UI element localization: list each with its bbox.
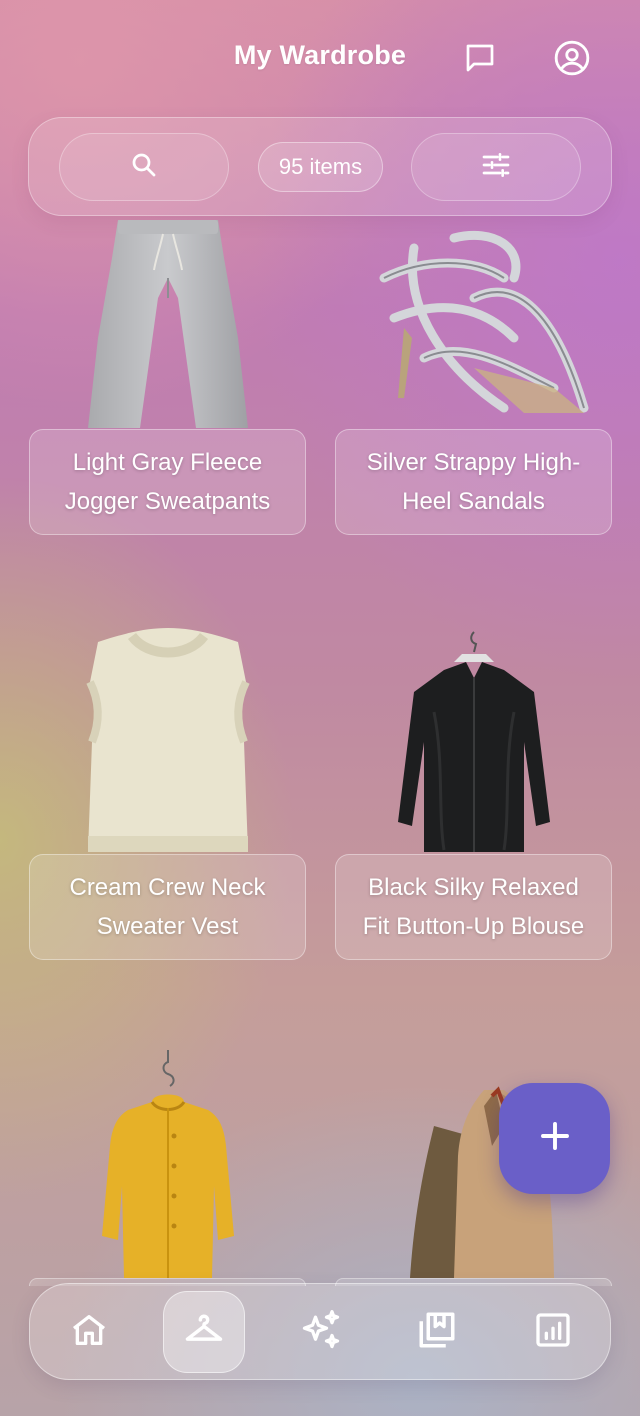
item-name-label: Silver Strappy High-Heel Sandals <box>335 429 612 535</box>
bar-chart-icon <box>533 1310 573 1355</box>
search-icon <box>129 150 159 185</box>
app-header: My Wardrobe <box>0 0 640 116</box>
nav-outfits[interactable] <box>396 1291 478 1373</box>
hanger-icon <box>182 1308 226 1357</box>
item-name-text: Cream Crew Neck Sweater Vest <box>69 874 266 940</box>
tune-sliders-icon <box>480 149 512 186</box>
item-name-text: Light Gray Fleece Jogger Sweatpants <box>64 449 271 515</box>
nav-stats[interactable] <box>512 1291 594 1373</box>
wardrobe-item-card[interactable] <box>29 1046 306 1286</box>
plus-icon <box>537 1118 573 1159</box>
wardrobe-item-card[interactable]: Black Silky Relaxed Fit Button-Up Blouse <box>335 622 612 960</box>
bottom-navigation <box>29 1283 611 1380</box>
item-name-text: Black Silky Relaxed Fit Button-Up Blouse <box>362 874 585 940</box>
wardrobe-item-card[interactable]: Light Gray Fleece Jogger Sweatpants <box>29 218 306 535</box>
sparkles-icon <box>299 1308 343 1357</box>
filter-button[interactable] <box>411 133 581 201</box>
bookmarks-icon <box>416 1309 458 1356</box>
chat-bubble-icon[interactable] <box>460 38 500 78</box>
page-title: My Wardrobe <box>233 40 407 70</box>
nav-ai-stylist[interactable] <box>280 1291 362 1373</box>
nav-wardrobe[interactable] <box>163 1291 245 1373</box>
add-item-button[interactable] <box>499 1083 610 1194</box>
gray-sweatpants-image <box>29 218 306 430</box>
wardrobe-item-card[interactable]: Silver Strappy High-Heel Sandals <box>335 218 612 535</box>
silver-sandals-image <box>335 218 612 430</box>
item-name-label: Cream Crew Neck Sweater Vest <box>29 854 306 960</box>
item-name-label: Light Gray Fleece Jogger Sweatpants <box>29 429 306 535</box>
account-circle-icon[interactable] <box>552 38 592 78</box>
item-count-badge: 95 items <box>258 142 383 192</box>
black-blouse-image <box>335 622 612 854</box>
cream-sweater-vest-image <box>29 622 306 854</box>
home-icon <box>69 1310 109 1355</box>
item-name-label: Black Silky Relaxed Fit Button-Up Blouse <box>335 854 612 960</box>
wardrobe-item-card[interactable]: Cream Crew Neck Sweater Vest <box>29 622 306 960</box>
search-button[interactable] <box>59 133 229 201</box>
yellow-raincoat-image <box>29 1046 306 1278</box>
nav-home[interactable] <box>48 1291 130 1373</box>
item-name-text: Silver Strappy High-Heel Sandals <box>366 449 581 515</box>
search-toolbar: 95 items <box>28 117 612 216</box>
